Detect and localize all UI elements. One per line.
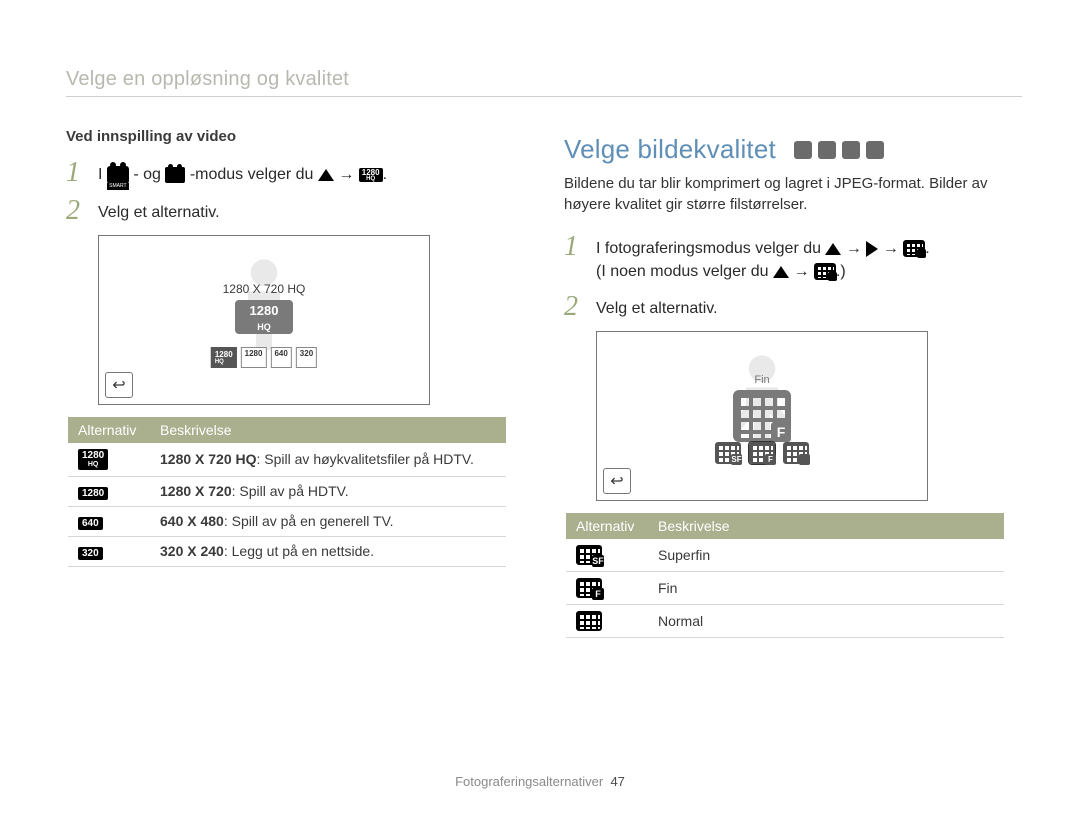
page-footer: Fotograferingsalternativer 47 — [0, 774, 1080, 789]
table-row: 320 320 X 240: Legg ut på en nettside. — [68, 536, 506, 566]
th-alternativ: Alternativ — [566, 513, 648, 539]
up-icon — [773, 266, 789, 278]
left-step-1: 1 I SMART - og -modus velger du → 1280HQ… — [66, 159, 506, 187]
intro-text: Bildene du tar blir komprimert og lagret… — [564, 173, 1004, 215]
text: - og — [133, 166, 165, 183]
text: -modus velger du — [190, 166, 318, 183]
quality-chip-sf: SF — [576, 545, 602, 565]
step-body: Velg et alternativ. — [98, 197, 220, 224]
arrow-icon: → — [846, 240, 866, 257]
qopt-fin[interactable]: F — [749, 442, 775, 464]
mode-icon — [818, 141, 836, 159]
th-beskrivelse: Beskrivelse — [648, 513, 1004, 539]
movie-mode-icon — [165, 167, 185, 183]
screen-selected-badge: 1280 HQ — [235, 300, 293, 334]
qopt-normal[interactable] — [783, 442, 809, 464]
step-number: 2 — [564, 293, 586, 321]
step-body: I SMART - og -modus velger du → 1280HQ . — [98, 159, 387, 186]
quality-options-table: Alternativ Beskrivelse SF Superfin F Fin… — [566, 513, 1004, 638]
res-chip-640: 640 — [78, 517, 103, 530]
quality-icon — [903, 240, 925, 257]
qopt-superfin[interactable]: SF — [715, 442, 741, 464]
smart-mode-icon: SMART — [107, 166, 129, 184]
mode-icon — [842, 141, 860, 159]
up-icon — [318, 169, 334, 181]
resolution-options-row: 1280HQ 1280 640 320 — [211, 347, 317, 368]
quality-screen-preview: Fin F SF F ↩ — [596, 331, 928, 501]
opt-1280hq[interactable]: 1280HQ — [211, 347, 237, 368]
table-row: SF Superfin — [566, 539, 1004, 572]
arrow-icon: → — [883, 240, 903, 257]
step-number: 2 — [66, 197, 88, 225]
up-icon — [825, 243, 841, 255]
table-row: F Fin — [566, 572, 1004, 605]
right-step-2: 2 Velg et alternativ. — [564, 293, 1004, 321]
text: I — [98, 166, 107, 183]
screen-label: Fin — [597, 374, 927, 386]
table-row: 1280HQ 1280 X 720 HQ: Spill av høykvalit… — [68, 443, 506, 476]
opt-1280[interactable]: 1280 — [241, 347, 267, 368]
screen-label: 1280 X 720 HQ — [99, 282, 429, 296]
res-chip-320: 320 — [78, 547, 103, 560]
resolution-1280hq-icon: 1280HQ — [359, 168, 383, 182]
video-screen-preview: 1280 X 720 HQ 1280 HQ 1280HQ 1280 640 32… — [98, 235, 430, 405]
left-column: Ved innspilling av video 1 I SMART - og … — [66, 128, 506, 567]
step-number: 1 — [564, 233, 586, 261]
th-alternativ: Alternativ — [68, 417, 150, 443]
step-number: 1 — [66, 159, 88, 187]
opt-640[interactable]: 640 — [270, 347, 291, 368]
table-row: Normal — [566, 605, 1004, 638]
back-button[interactable]: ↩ — [603, 468, 631, 494]
section-title-row: Velge bildekvalitet — [564, 134, 1004, 165]
header-rule — [66, 96, 1022, 97]
step-body: Velg et alternativ. — [596, 293, 718, 320]
back-button[interactable]: ↩ — [105, 372, 133, 398]
table-row: 640 640 X 480: Spill av på en generell T… — [68, 506, 506, 536]
mode-icon — [794, 141, 812, 159]
right-column: Velge bildekvalitet Bildene du tar blir … — [564, 134, 1004, 638]
quality-chip-f: F — [576, 578, 602, 598]
step-body: I fotograferingsmodus velger du → → . (I… — [596, 233, 930, 283]
section-title: Velge bildekvalitet — [564, 134, 776, 165]
res-chip-1280hq: 1280HQ — [78, 449, 108, 470]
quality-options-row: SF F — [715, 442, 809, 464]
page-number: 47 — [610, 774, 624, 789]
right-icon — [866, 241, 878, 257]
left-step-2: 2 Velg et alternativ. — [66, 197, 506, 225]
quality-selected-badge: F — [733, 390, 791, 442]
video-subhead: Ved innspilling av video — [66, 128, 506, 145]
quality-chip-normal — [576, 611, 602, 631]
mode-icons — [794, 141, 884, 159]
arrow-icon: → — [793, 263, 813, 280]
right-step-1: 1 I fotograferingsmodus velger du → → . … — [564, 233, 1004, 283]
quality-icon — [814, 263, 836, 280]
res-chip-1280: 1280 — [78, 487, 108, 500]
mode-icon — [866, 141, 884, 159]
footer-label: Fotograferingsalternativer — [455, 774, 603, 789]
video-options-table: Alternativ Beskrivelse 1280HQ 1280 X 720… — [68, 417, 506, 567]
th-beskrivelse: Beskrivelse — [150, 417, 506, 443]
arrow-icon: → — [338, 166, 358, 183]
page-header: Velge en oppløsning og kvalitet — [66, 68, 349, 91]
opt-320[interactable]: 320 — [296, 347, 317, 368]
table-row: 1280 1280 X 720: Spill av på HDTV. — [68, 476, 506, 506]
